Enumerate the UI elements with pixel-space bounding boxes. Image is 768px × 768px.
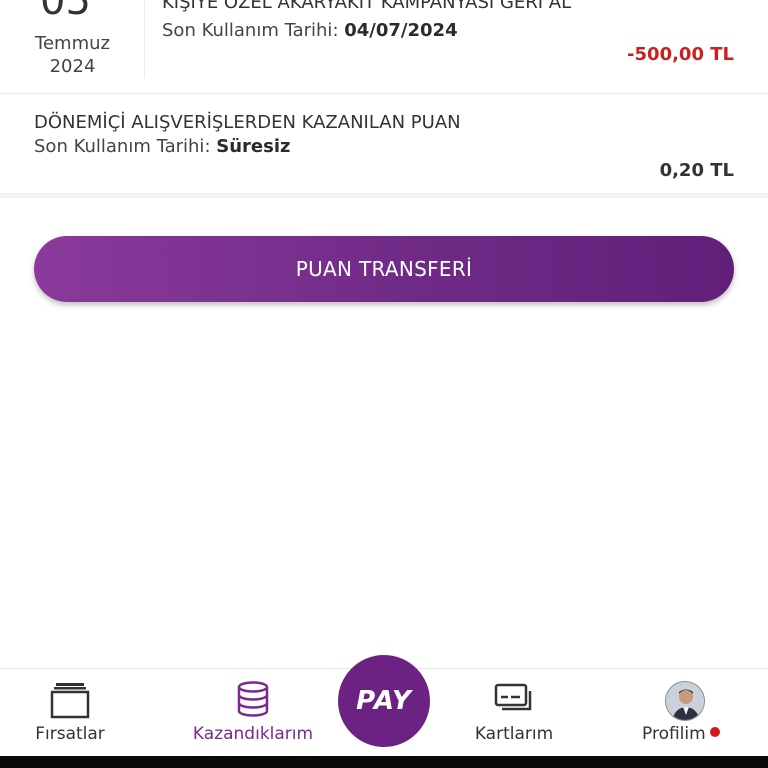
entry-amount: -500,00 TL xyxy=(627,44,734,65)
expiry-value: Süresiz xyxy=(216,136,291,157)
tab-label: Profilim xyxy=(630,724,740,744)
points-transfer-button[interactable]: PUAN TRANSFERİ xyxy=(34,236,734,302)
date-month: Temmuz xyxy=(35,33,110,54)
tab-cards[interactable]: Kartlarım xyxy=(464,669,564,757)
cards-stack-icon xyxy=(50,681,90,723)
tab-opportunities[interactable]: Fırsatlar xyxy=(20,669,120,757)
entry-expiry: Son Kullanım Tarihi: Süresiz xyxy=(34,136,290,157)
avatar xyxy=(665,681,705,721)
system-nav-strip xyxy=(0,756,768,768)
transaction-entry[interactable]: 05 Temmuz 2024 KİŞİYE ÖZEL AKARYAKIT KAM… xyxy=(0,0,768,94)
credit-cards-icon xyxy=(494,681,534,719)
date-year: 2024 xyxy=(49,56,96,77)
tab-profile[interactable]: Profilim xyxy=(630,669,740,757)
notification-dot xyxy=(709,727,720,737)
entry-expiry: Son Kullanım Tarihi: 04/07/2024 xyxy=(162,20,458,41)
tab-label: Kartlarım xyxy=(474,724,554,744)
tab-label: Kazandıklarım xyxy=(192,724,314,744)
expiry-label: Son Kullanım Tarihi: xyxy=(34,136,211,157)
coins-stack-icon xyxy=(236,681,270,723)
pay-button[interactable]: PAY xyxy=(338,655,430,747)
transaction-entry[interactable]: DÖNEMİÇİ ALIŞVERİŞLERDEN KAZANILAN PUAN … xyxy=(0,95,768,198)
date-day: 05 xyxy=(40,0,91,24)
tab-earnings[interactable]: Kazandıklarım xyxy=(183,669,323,757)
tab-label: Fırsatlar xyxy=(35,724,105,744)
entry-title: KİŞİYE ÖZEL AKARYAKIT KAMPANYASI GERİ AL xyxy=(162,0,572,13)
expiry-value: 04/07/2024 xyxy=(344,20,458,41)
date-column: 05 Temmuz 2024 xyxy=(0,0,145,78)
expiry-label: Son Kullanım Tarihi: xyxy=(162,20,339,41)
entry-amount: 0,20 TL xyxy=(659,160,734,181)
entry-title: DÖNEMİÇİ ALIŞVERİŞLERDEN KAZANILAN PUAN xyxy=(34,112,461,133)
